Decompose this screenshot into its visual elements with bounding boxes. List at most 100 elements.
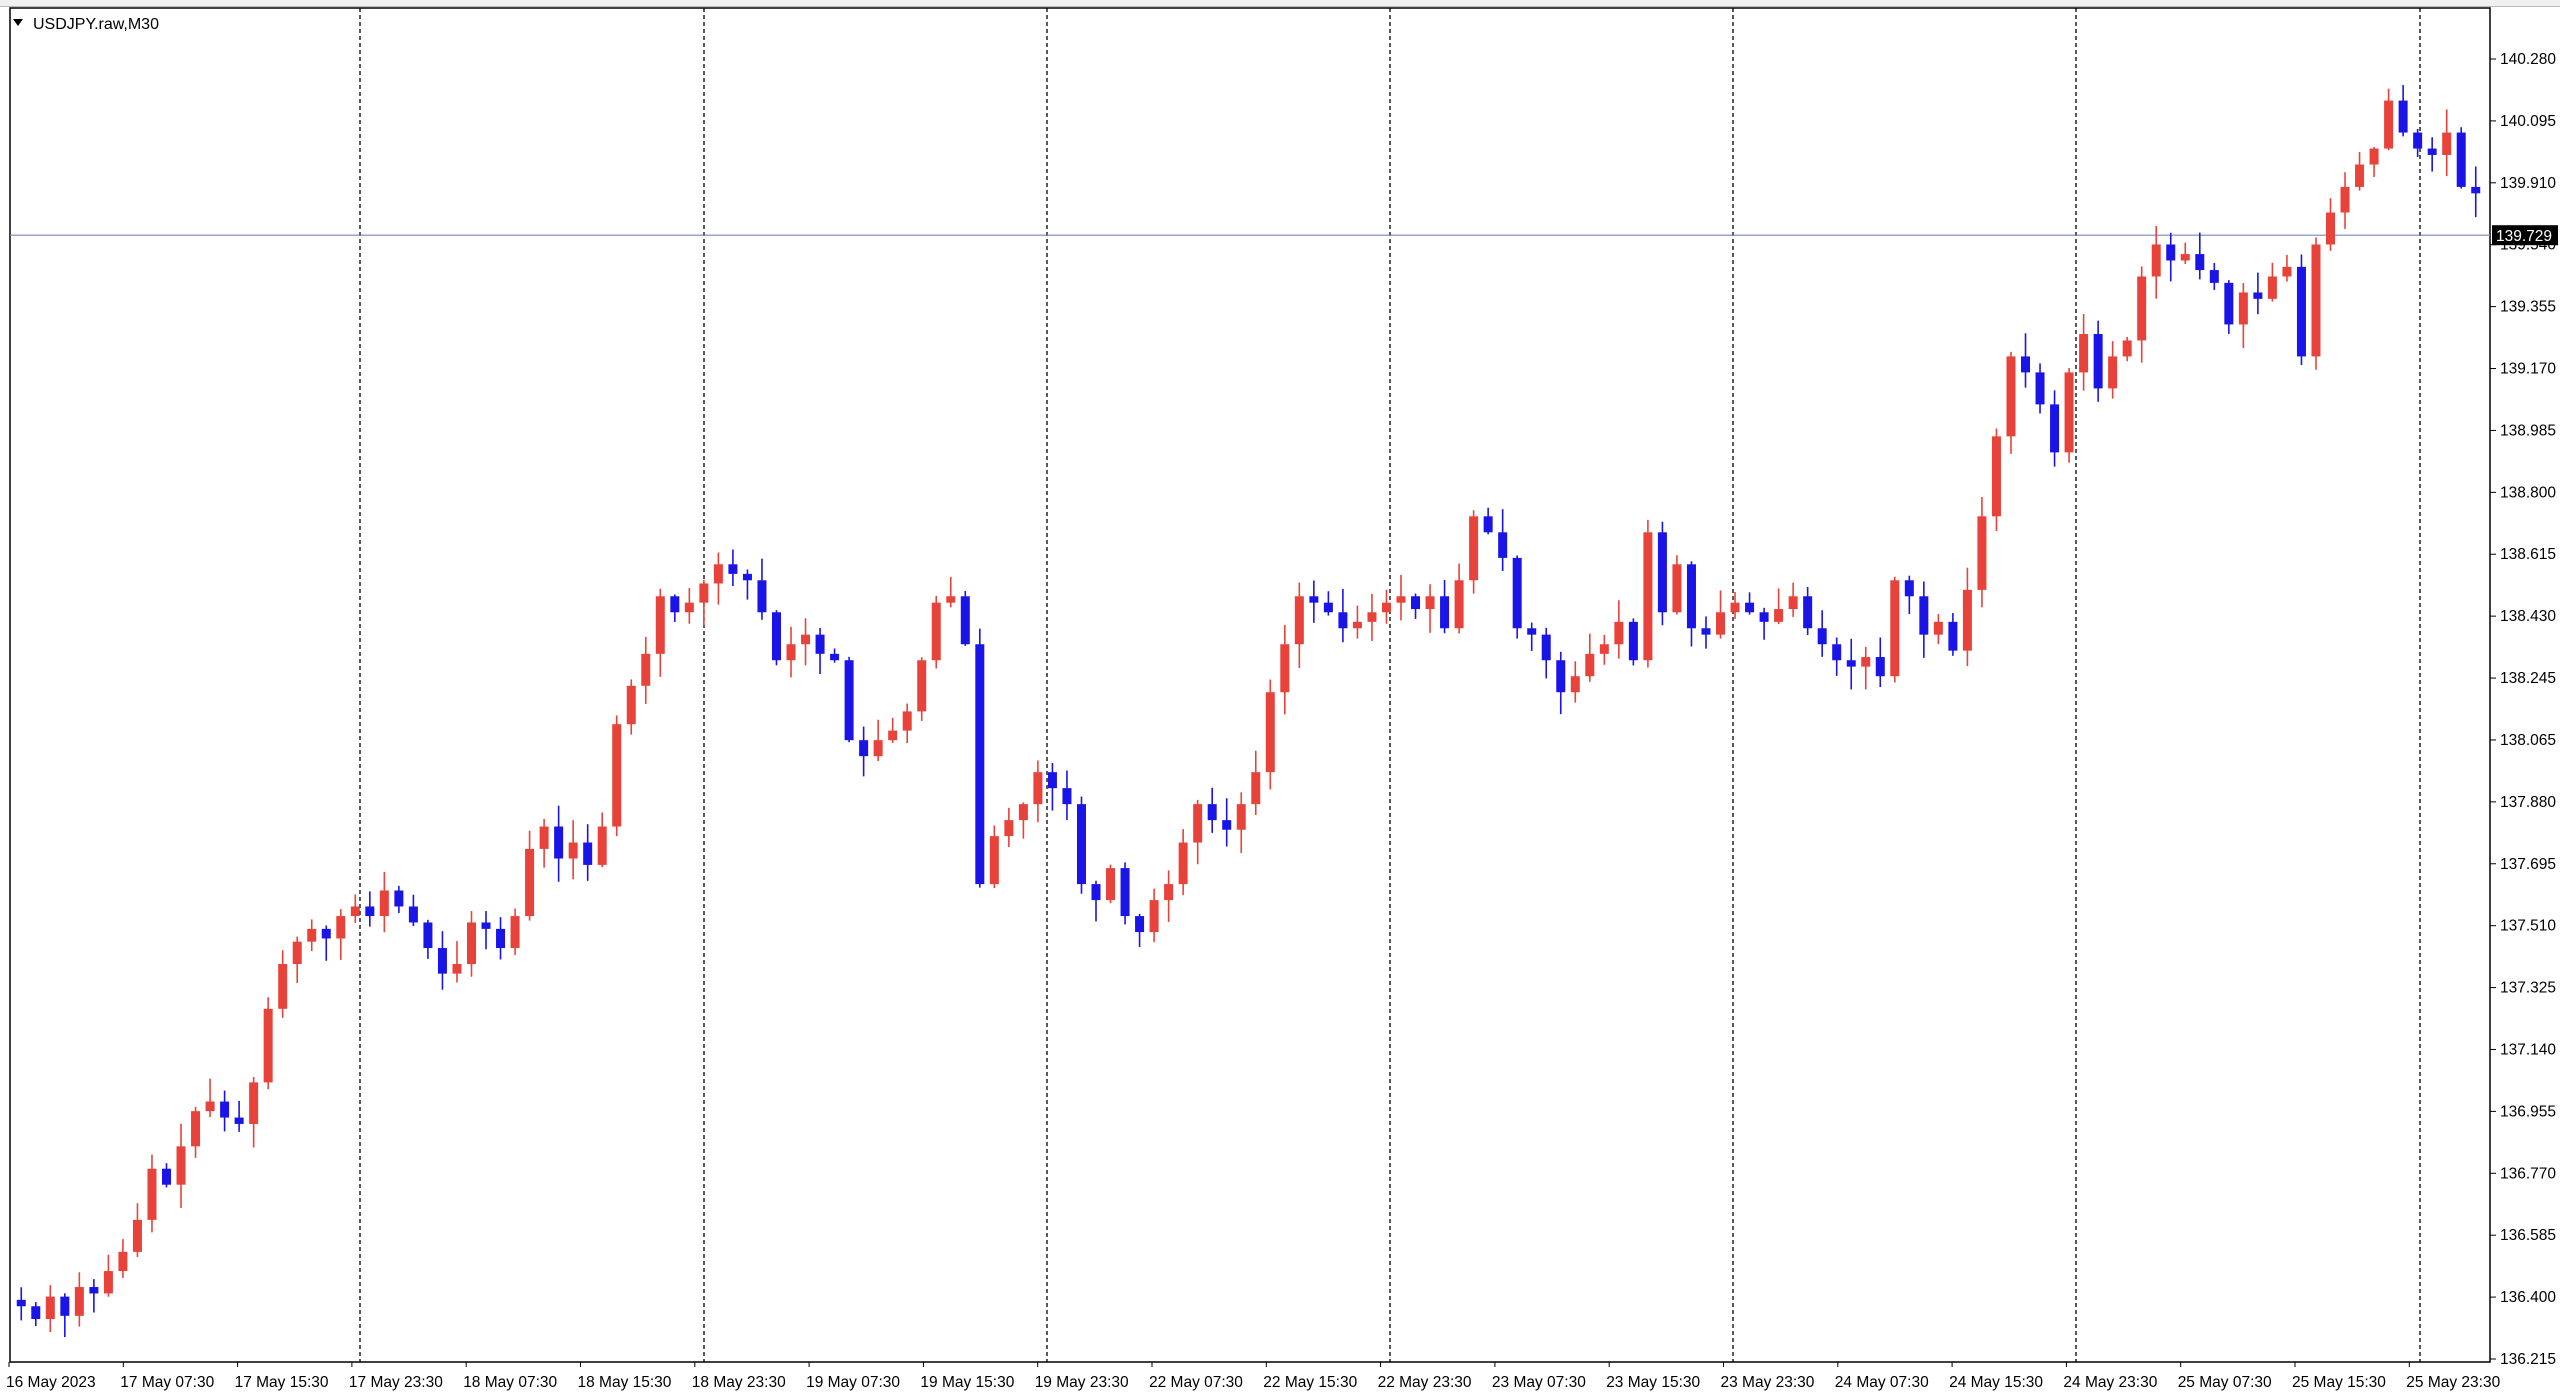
candle[interactable] [2006,351,2016,454]
candle[interactable] [2180,242,2190,265]
candle[interactable] [2267,262,2277,302]
candle[interactable] [1498,509,1508,572]
candle[interactable] [1483,507,1493,535]
candle[interactable] [1672,555,1682,615]
candle[interactable] [1977,497,1987,608]
candle[interactable] [1091,880,1101,922]
candle[interactable] [960,590,970,646]
candle[interactable] [2369,146,2379,178]
candle[interactable] [437,931,447,990]
candle[interactable] [1396,574,1406,621]
candle[interactable] [1265,679,1275,790]
candle[interactable] [917,657,927,721]
candle[interactable] [612,715,622,837]
candle[interactable] [539,818,549,868]
candle[interactable] [2195,232,2205,280]
candle[interactable] [1817,610,1827,657]
candle[interactable] [1962,567,1972,667]
candle[interactable] [1686,561,1696,647]
candle[interactable] [74,1272,84,1327]
candle[interactable] [1614,600,1624,659]
candle[interactable] [1846,638,1856,690]
candle[interactable] [1033,760,1043,823]
candle[interactable] [147,1154,157,1233]
candle[interactable] [1207,787,1217,833]
candle[interactable] [1716,590,1726,639]
candle[interactable] [31,1302,41,1327]
candle[interactable] [2050,390,2060,467]
candle[interactable] [1599,634,1609,665]
candle[interactable] [525,830,535,921]
candle[interactable] [2442,109,2452,177]
candle[interactable] [801,618,811,666]
candle[interactable] [2079,313,2089,391]
candle[interactable] [844,656,854,743]
candle[interactable] [60,1293,70,1338]
candle[interactable] [394,885,404,914]
candle[interactable] [1222,798,1232,847]
candle[interactable] [1948,613,1958,656]
candle[interactable] [2340,172,2350,229]
candle[interactable] [2209,262,2219,290]
candle[interactable] [176,1123,186,1209]
candle[interactable] [742,569,752,600]
candle[interactable] [1774,588,1784,625]
candle[interactable] [786,626,796,678]
candle[interactable] [1890,576,1900,683]
candle[interactable] [2384,88,2394,151]
candle[interactable] [1076,796,1086,894]
candle[interactable] [713,552,723,605]
candle[interactable] [1106,864,1116,904]
candle[interactable] [1991,428,2001,532]
candle[interactable] [626,679,636,735]
candle[interactable] [249,1076,259,1148]
candle[interactable] [466,911,476,977]
candle[interactable] [350,894,360,923]
candle[interactable] [554,805,564,882]
candle[interactable] [1425,584,1435,633]
candle[interactable] [1861,646,1871,690]
candle[interactable] [307,919,317,952]
candle[interactable] [873,719,883,762]
candle[interactable] [641,636,651,704]
candle[interactable] [1251,750,1261,816]
candle[interactable] [2355,151,2365,191]
candle[interactable] [2238,283,2248,348]
candle[interactable] [1657,521,1667,626]
price-chart[interactable]: 140.280140.095139.910139.540139.355139.1… [0,0,2560,1400]
candle[interactable] [103,1254,113,1297]
candle[interactable] [946,576,956,608]
candle[interactable] [1323,591,1333,616]
candle[interactable] [931,595,941,669]
candle[interactable] [45,1285,55,1332]
candle[interactable] [1730,592,1740,619]
candle[interactable] [2311,237,2321,370]
candle[interactable] [2151,226,2161,299]
candle[interactable] [1570,661,1580,703]
candle[interactable] [583,824,593,881]
candle[interactable] [2224,280,2234,334]
candle[interactable] [859,726,869,777]
candle[interactable] [597,812,607,868]
candle[interactable] [2021,333,2031,388]
candle[interactable] [2108,341,2118,399]
candle[interactable] [132,1203,142,1258]
candle[interactable] [1512,555,1522,639]
candle[interactable] [2093,320,2103,402]
candle[interactable] [684,587,694,624]
candle[interactable] [161,1163,171,1188]
candle[interactable] [902,703,912,744]
candle[interactable] [728,549,738,586]
symbol-header[interactable]: USDJPY.raw,M30 [13,16,159,33]
candle[interactable] [1469,510,1479,594]
price-axis[interactable]: 140.280140.095139.910139.540139.355139.1… [2490,51,2556,1368]
candle[interactable] [2166,232,2176,282]
candle[interactable] [379,871,389,933]
candle[interactable] [1527,622,1537,651]
candle[interactable] [1309,580,1319,623]
candle[interactable] [292,936,302,983]
candle[interactable] [2137,266,2147,363]
candle[interactable] [2064,368,2074,463]
candle[interactable] [365,891,375,927]
candle[interactable] [757,558,767,620]
